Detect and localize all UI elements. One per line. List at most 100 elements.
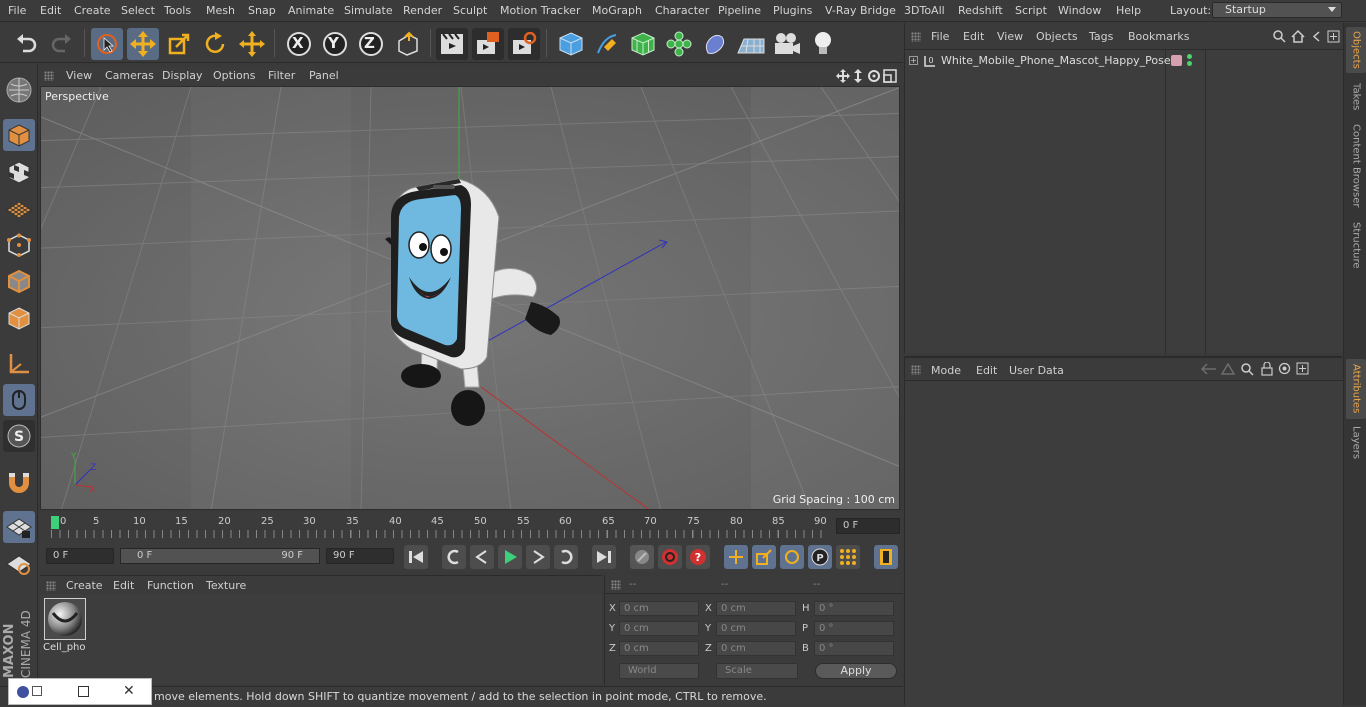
go-to-start-icon[interactable] [404, 545, 428, 569]
deformer-icon[interactable] [699, 28, 731, 60]
rotate-icon[interactable] [199, 28, 231, 60]
back-icon[interactable] [1310, 30, 1323, 46]
viewport-menu-display[interactable]: Display [162, 69, 203, 82]
viewport-menu-panel[interactable]: Panel [309, 69, 339, 82]
position-x-field[interactable]: 0 cm [619, 601, 699, 616]
editor-visibility-dot[interactable] [1187, 54, 1192, 59]
axis-mode-icon[interactable] [3, 348, 35, 380]
object-menu-bookmarks[interactable]: Bookmarks [1128, 30, 1189, 43]
attribute-menu-edit[interactable]: Edit [976, 364, 997, 377]
maximize-icon[interactable] [78, 686, 89, 697]
tab-takes[interactable]: Takes [1346, 77, 1366, 117]
menu-file[interactable]: File [8, 4, 26, 17]
target-icon[interactable] [1278, 362, 1291, 378]
menu-render[interactable]: Render [403, 4, 442, 17]
close-icon[interactable]: ✕ [123, 683, 135, 699]
menu-snap[interactable]: Snap [248, 4, 276, 17]
layout-select[interactable]: Startup [1212, 2, 1342, 18]
object-menu-tags[interactable]: Tags [1089, 30, 1113, 43]
object-menu-view[interactable]: View [997, 30, 1023, 43]
current-frame-field[interactable]: 0 F [836, 518, 900, 534]
tab-content-browser[interactable]: Content Browser [1346, 121, 1366, 211]
lock-workplane-icon[interactable] [3, 511, 35, 543]
object-menu-objects[interactable]: Objects [1036, 30, 1078, 43]
keyframe-selection-icon[interactable]: ? [686, 545, 710, 569]
menu-pipeline[interactable]: Pipeline [718, 4, 761, 17]
size-y-field[interactable]: 0 cm [716, 621, 796, 636]
menu-redshift[interactable]: Redshift [958, 4, 1003, 17]
subdivision-icon[interactable] [627, 28, 659, 60]
timeline-ruler[interactable]: 0 5 10 15 20 25 30 35 40 45 50 55 60 65 … [40, 512, 902, 542]
floor-icon[interactable] [735, 28, 767, 60]
size-z-field[interactable]: 0 cm [716, 641, 796, 656]
object-row[interactable]: + 0 White_Mobile_Phone_Mascot_Happy_Pose [905, 52, 1343, 70]
viewport-menu-filter[interactable]: Filter [268, 69, 295, 82]
make-editable-icon[interactable] [3, 74, 35, 106]
menu-tools[interactable]: Tools [164, 4, 191, 17]
tab-attributes[interactable]: Attributes [1346, 359, 1366, 419]
expand-icon[interactable]: + [909, 56, 918, 65]
material-swatch[interactable] [44, 598, 86, 640]
move-icon[interactable] [127, 28, 159, 60]
camera-icon[interactable] [771, 28, 803, 60]
previous-key-icon[interactable] [442, 545, 466, 569]
menu-mesh[interactable]: Mesh [206, 4, 235, 17]
z-axis-icon[interactable]: Z [355, 28, 387, 60]
menu-sculpt[interactable]: Sculpt [453, 4, 487, 17]
texture-mode-icon[interactable] [3, 156, 35, 188]
start-frame-field[interactable]: 0 F [46, 548, 114, 564]
record-scale-icon[interactable] [752, 545, 776, 569]
live-selection-icon[interactable] [91, 28, 123, 60]
render-view-icon[interactable] [436, 28, 468, 60]
search-icon[interactable] [1241, 363, 1254, 379]
new-window-icon[interactable] [1296, 362, 1309, 378]
cube-icon[interactable] [555, 28, 587, 60]
material-menu-function[interactable]: Function [147, 579, 194, 592]
record-position-icon[interactable] [724, 545, 748, 569]
menu-character[interactable]: Character [655, 4, 709, 17]
position-z-field[interactable]: 0 cm [619, 641, 699, 656]
render-picture-viewer-icon[interactable] [472, 28, 504, 60]
autokey-icon[interactable] [658, 545, 682, 569]
tab-objects[interactable]: Objects [1346, 27, 1366, 73]
undo-icon[interactable] [10, 28, 42, 60]
next-key-icon[interactable] [554, 545, 578, 569]
material-name[interactable]: Cell_pho [43, 642, 87, 653]
menu-motion-tracker[interactable]: Motion Tracker [500, 4, 580, 17]
rotation-p-field[interactable]: 0 ° [814, 621, 894, 636]
rotation-h-field[interactable]: 0 ° [814, 601, 894, 616]
previous-frame-icon[interactable] [470, 545, 494, 569]
position-y-field[interactable]: 0 cm [619, 621, 699, 636]
viewport-perspective[interactable]: Y Z X Perspective Grid Spacing : 100 cm [40, 86, 900, 510]
go-to-end-icon[interactable] [592, 545, 616, 569]
coordinate-system-icon[interactable] [392, 28, 424, 60]
polygons-mode-icon[interactable] [3, 302, 35, 334]
menu-simulate[interactable]: Simulate [344, 4, 393, 17]
menu-mograph[interactable]: MoGraph [592, 4, 642, 17]
planar-workplane-icon[interactable] [3, 548, 35, 580]
viewport-menu-view[interactable]: View [66, 69, 92, 82]
snap-magnet-icon[interactable] [3, 466, 35, 498]
frame-range-slider[interactable]: 0 F 90 F [120, 548, 320, 564]
viewport-rotate-icon[interactable] [867, 69, 881, 86]
material-menu-create[interactable]: Create [66, 579, 103, 592]
menu-create[interactable]: Create [74, 4, 111, 17]
scale-icon[interactable] [163, 28, 195, 60]
model-mode-icon[interactable] [3, 119, 35, 151]
solo-mode-icon[interactable]: S [3, 420, 35, 452]
render-settings-icon[interactable] [508, 28, 540, 60]
tab-layers[interactable]: Layers [1346, 423, 1366, 463]
menu-select[interactable]: Select [121, 4, 155, 17]
object-menu-edit[interactable]: Edit [963, 30, 984, 43]
timeline-icon[interactable] [874, 545, 898, 569]
record-parameter-icon[interactable]: P [808, 545, 832, 569]
viewport-menu-options[interactable]: Options [213, 69, 255, 82]
apply-button[interactable]: Apply [815, 663, 897, 679]
play-icon[interactable] [498, 545, 522, 569]
size-x-field[interactable]: 0 cm [716, 601, 796, 616]
last-tool-icon[interactable] [236, 28, 268, 60]
lock-icon[interactable] [1261, 361, 1273, 379]
object-menu-file[interactable]: File [931, 30, 949, 43]
viewport-pan-icon[interactable] [836, 69, 850, 86]
object-name[interactable]: White_Mobile_Phone_Mascot_Happy_Pose [941, 54, 1171, 67]
